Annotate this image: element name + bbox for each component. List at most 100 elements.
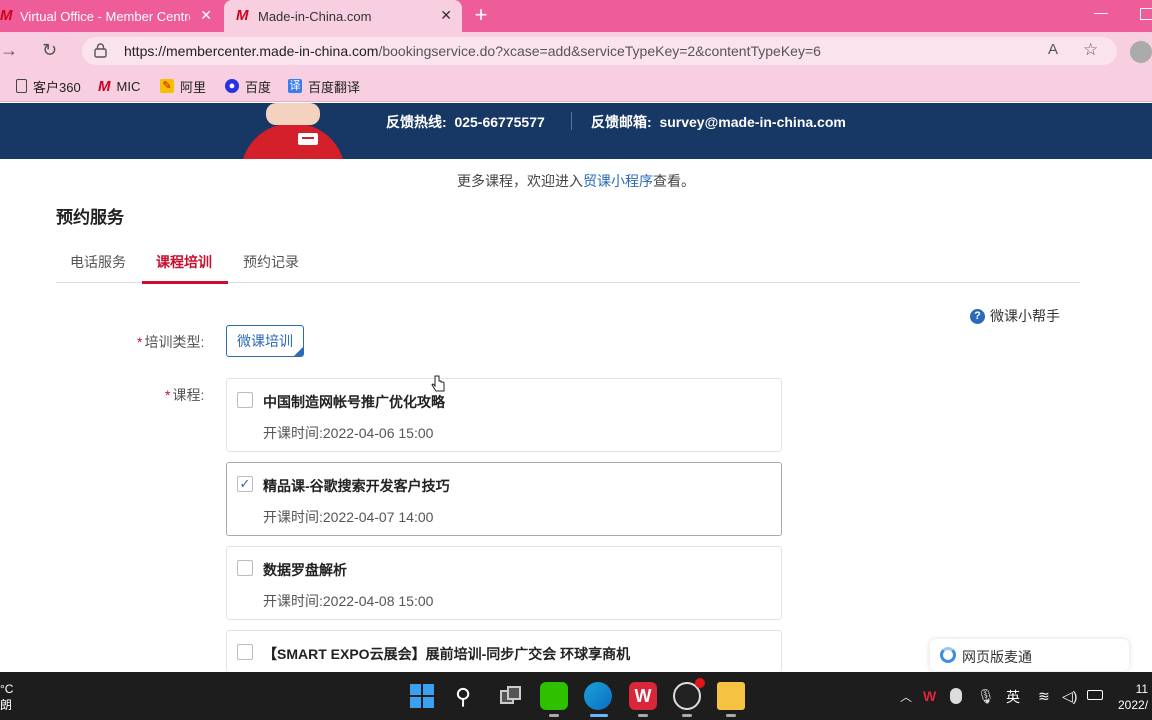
feedback-hotline: 反馈热线: 025-66775577: [386, 112, 545, 132]
close-tab-icon[interactable]: ✕: [440, 8, 452, 22]
mic-logo-icon: M: [236, 7, 249, 24]
course-time: 开课时间:2022-04-08 15:00: [263, 591, 433, 611]
microphone-icon[interactable]: 🎙: [977, 688, 995, 705]
course-item[interactable]: ✓ 精品课-谷歌搜索开发客户技巧 开课时间:2022-04-07 14:00: [226, 462, 782, 536]
wps-icon[interactable]: W: [629, 682, 657, 710]
course-checkbox[interactable]: [237, 560, 253, 576]
wifi-icon[interactable]: ≋: [1038, 688, 1050, 705]
course-checkbox[interactable]: [237, 392, 253, 408]
course-item[interactable]: 数据罗盘解析 开课时间:2022-04-08 15:00: [226, 546, 782, 620]
wechat-web-popup[interactable]: 网页版麦通: [930, 639, 1129, 671]
obs-recorder-icon[interactable]: [673, 678, 705, 710]
wps-tray-icon[interactable]: W: [923, 688, 936, 704]
chevron-up-icon[interactable]: ︿: [900, 688, 912, 705]
weather-text: 朗: [0, 698, 13, 712]
course-name: 精品课-谷歌搜索开发客户技巧: [263, 478, 450, 494]
course-name: 中国制造网帐号推广优化攻略: [263, 394, 445, 410]
course-name: 数据罗盘解析: [263, 562, 347, 578]
time-label: 开课时间:: [263, 509, 323, 525]
promo-text: 更多课程，欢迎进入贸课小程序查看。: [0, 171, 1152, 191]
required-mark: *: [165, 387, 171, 403]
time-label: 开课时间:: [263, 593, 323, 609]
url-path: /bookingservice.do?xcase=add&serviceType…: [378, 43, 821, 59]
time-value: 2022-04-06 15:00: [322, 425, 434, 441]
mail-value: survey@made-in-china.com: [659, 114, 846, 130]
page-icon: [16, 79, 27, 93]
site-header-banner: [0, 103, 1152, 159]
baidu-translate-icon: 译: [288, 79, 302, 93]
course-item[interactable]: 中国制造网帐号推广优化攻略 开课时间:2022-04-06 15:00: [226, 378, 782, 452]
tab-virtual-office[interactable]: M Virtual Office - Member Centre to ✕: [0, 0, 222, 32]
profile-avatar[interactable]: [1130, 41, 1152, 63]
header-divider: [571, 112, 572, 130]
bookmark-mic[interactable]: M MIC: [98, 76, 140, 96]
course-checkbox[interactable]: [237, 644, 253, 660]
bookmark-baidu[interactable]: ● 百度: [225, 76, 271, 96]
selected-corner-icon: [294, 347, 303, 356]
bookmark-label: MIC: [116, 78, 141, 94]
minimize-icon[interactable]: —: [1094, 4, 1108, 20]
read-aloud-icon[interactable]: A: [1048, 41, 1058, 58]
mic-logo-icon: M: [0, 7, 13, 24]
bookmark-label: 阿里: [180, 79, 207, 95]
course-label: * 课程:: [165, 385, 204, 405]
volume-icon[interactable]: ◁): [1062, 688, 1077, 705]
qq-tray-icon[interactable]: [950, 688, 962, 704]
battery-icon[interactable]: [1087, 690, 1103, 700]
new-tab-button[interactable]: +: [470, 3, 492, 27]
task-view-icon[interactable]: [500, 686, 522, 704]
bookmark-label: 百度: [245, 79, 272, 95]
running-indicator: [682, 714, 692, 717]
close-tab-icon[interactable]: ✕: [200, 8, 212, 22]
tab-booking-records[interactable]: 预约记录: [243, 252, 299, 272]
back-arrow-icon[interactable]: →: [0, 40, 18, 61]
ali-icon: ✎: [160, 79, 174, 93]
promo-prefix: 更多课程，欢迎进入: [457, 173, 583, 189]
wechat-icon[interactable]: [540, 682, 568, 710]
course-item[interactable]: 【SMART EXPO云展会】展前培训-同步广交会 环球享商机: [226, 630, 782, 672]
edge-browser-icon[interactable]: [584, 682, 612, 710]
helper-link[interactable]: ? 微课小帮手: [970, 306, 1060, 326]
course-time: 开课时间:2022-04-07 14:00: [263, 507, 433, 527]
weather-widget[interactable]: °C 朗: [0, 681, 13, 713]
mail-label: 反馈邮箱:: [591, 114, 652, 130]
favorites-star-icon[interactable]: ☆: [1083, 40, 1098, 60]
clock-time: 11: [1135, 682, 1149, 696]
option-label: 微课培训: [237, 333, 293, 349]
training-type-option[interactable]: 微课培训: [226, 325, 304, 357]
label-text: 培训类型:: [144, 334, 205, 350]
hotline-label: 反馈热线:: [386, 114, 447, 130]
time-value: 2022-04-07 14:00: [322, 509, 434, 525]
mini-program-link[interactable]: 贸课小程序: [583, 173, 653, 189]
hand-cursor-icon: [431, 375, 445, 392]
tab-course-training[interactable]: 课程培训: [156, 252, 212, 272]
required-mark: *: [137, 334, 143, 350]
running-indicator: [638, 714, 648, 717]
tab-title: Made-in-China.com: [258, 8, 372, 24]
reload-icon[interactable]: ↻: [42, 40, 57, 61]
bookmark-label: 客户360: [33, 79, 81, 95]
course-checkbox[interactable]: ✓: [237, 476, 253, 492]
baidu-icon: ●: [225, 79, 239, 93]
mic-logo-icon: M: [98, 77, 111, 95]
taskbar-clock[interactable]: 11 2022/: [1118, 681, 1148, 713]
active-tab-indicator: [142, 281, 228, 284]
lock-icon[interactable]: [94, 43, 107, 58]
browser-toolbar: → ↻ https://membercenter.made-in-china.c…: [0, 32, 1152, 70]
feedback-email: 反馈邮箱: survey@made-in-china.com: [591, 112, 846, 132]
page-title: 预约服务: [56, 208, 124, 227]
training-type-label: * 培训类型:: [137, 332, 204, 352]
tab-phone-service[interactable]: 电话服务: [70, 252, 126, 272]
active-app-indicator: [590, 714, 608, 717]
maximize-icon[interactable]: [1140, 8, 1152, 20]
clock-date: 2022/: [1118, 698, 1149, 712]
bookmark-baidu-translate[interactable]: 译 百度翻译: [288, 76, 360, 96]
windows-start-icon[interactable]: [410, 684, 434, 708]
search-icon[interactable]: ⚲: [455, 685, 471, 709]
bookmark-kehu360[interactable]: 客户360: [16, 76, 81, 96]
file-explorer-icon[interactable]: [717, 682, 745, 710]
bookmark-ali[interactable]: ✎ 阿里: [160, 76, 206, 96]
tab-made-in-china[interactable]: M Made-in-China.com ✕: [224, 0, 462, 32]
url-text[interactable]: https://membercenter.made-in-china.com/b…: [124, 43, 821, 59]
ime-indicator[interactable]: 英: [1006, 687, 1020, 707]
